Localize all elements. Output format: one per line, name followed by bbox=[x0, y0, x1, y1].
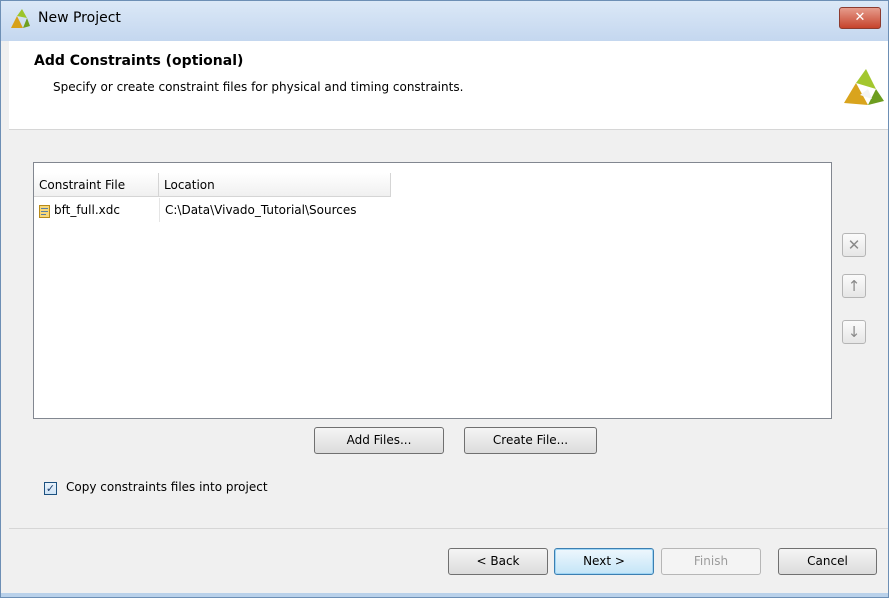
arrow-down-icon: ↓ bbox=[847, 323, 861, 341]
title-bar: New Project ✕ bbox=[1, 1, 888, 41]
page-title: Add Constraints (optional) bbox=[34, 53, 244, 69]
arrow-up-icon: ↑ bbox=[847, 277, 861, 295]
new-project-dialog: New Project ✕ Add Constraints (optional)… bbox=[0, 0, 889, 598]
column-header-location[interactable]: Location bbox=[159, 173, 391, 197]
window-bottom-border bbox=[1, 593, 888, 597]
copy-constraints-label[interactable]: Copy constraints files into project bbox=[66, 480, 268, 494]
back-button[interactable]: < Back bbox=[448, 548, 548, 575]
remove-button[interactable]: ✕ bbox=[842, 233, 866, 257]
header-separator bbox=[9, 129, 888, 130]
constraint-files-table[interactable]: Constraint File Location bft_full.xdc C:… bbox=[33, 162, 832, 419]
remove-icon: ✕ bbox=[847, 236, 861, 254]
vivado-logo-icon bbox=[844, 69, 884, 105]
page-description: Specify or create constraint files for p… bbox=[53, 80, 464, 94]
next-button[interactable]: Next > bbox=[554, 548, 654, 575]
table-cell-location[interactable]: C:\Data\Vivado_Tutorial\Sources bbox=[159, 198, 391, 222]
finish-button[interactable]: Finish bbox=[661, 548, 761, 575]
cancel-button[interactable]: Cancel bbox=[778, 548, 877, 575]
create-file-button[interactable]: Create File... bbox=[464, 427, 597, 454]
close-button[interactable]: ✕ bbox=[839, 7, 881, 29]
move-down-button[interactable]: ↓ bbox=[842, 320, 866, 344]
window-title: New Project bbox=[38, 10, 121, 26]
copy-constraints-checkbox[interactable]: ✓ bbox=[44, 482, 57, 495]
table-cell-file[interactable]: bft_full.xdc bbox=[34, 198, 159, 222]
wizard-header: Add Constraints (optional) Specify or cr… bbox=[9, 41, 888, 129]
vivado-app-icon bbox=[11, 9, 30, 28]
footer-separator bbox=[9, 528, 888, 529]
add-files-button[interactable]: Add Files... bbox=[314, 427, 444, 454]
checkmark-icon: ✓ bbox=[45, 482, 56, 495]
close-icon: ✕ bbox=[854, 10, 866, 25]
move-up-button[interactable]: ↑ bbox=[842, 274, 866, 298]
column-header-constraint-file[interactable]: Constraint File bbox=[34, 173, 159, 197]
